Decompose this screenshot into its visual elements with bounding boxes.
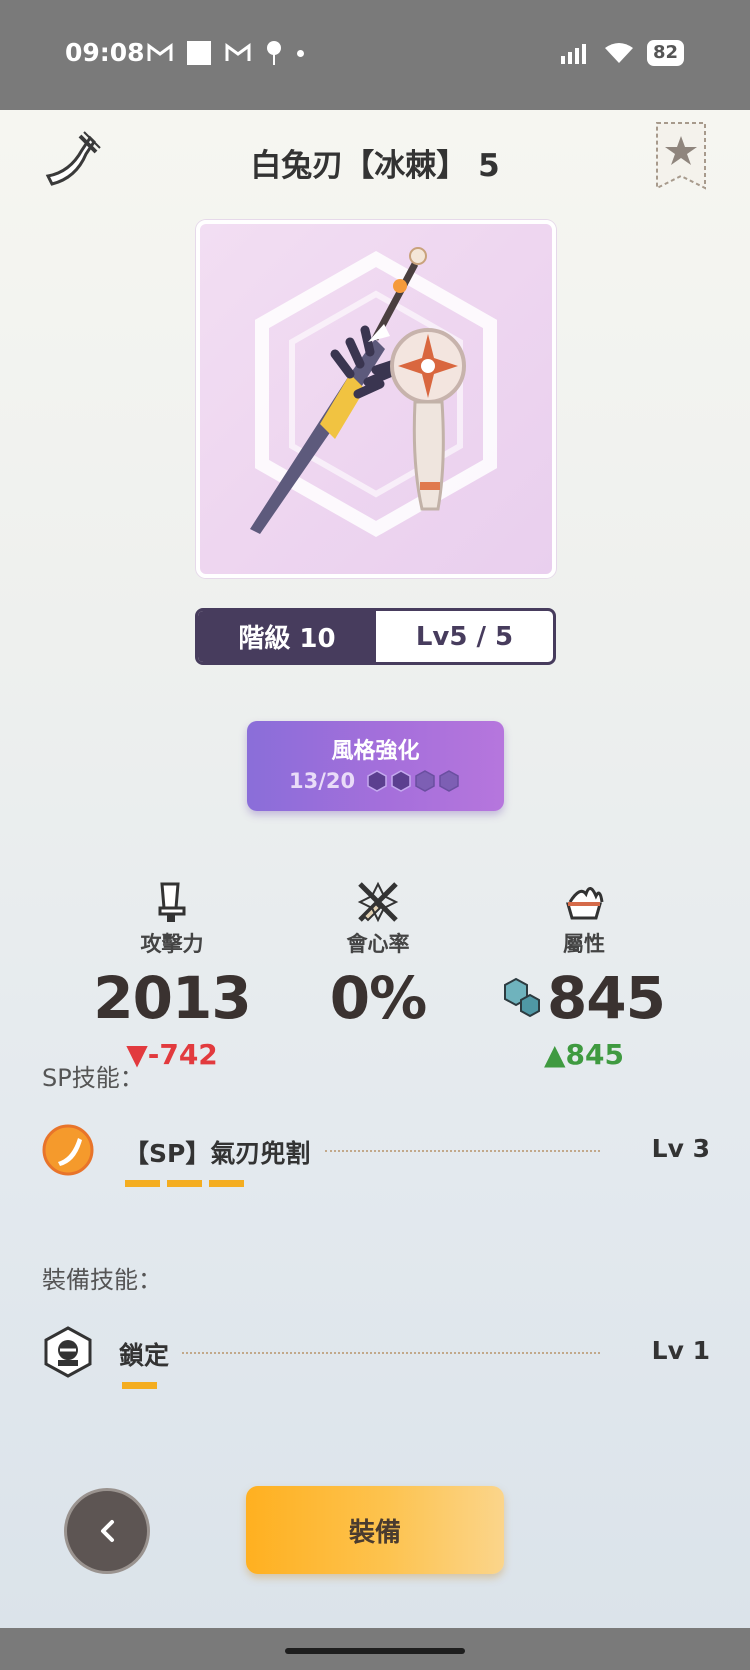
stat-critical: 會心率 0% xyxy=(278,880,478,1038)
sp-skills-title: SP技能： xyxy=(42,1064,144,1092)
sp-skill-row[interactable]: 【SP】氣刃兜割 Lv 3 xyxy=(42,1124,710,1187)
battery-indicator: 82 xyxy=(646,40,684,66)
back-button[interactable] xyxy=(64,1488,150,1574)
equip-button[interactable]: 裝備 xyxy=(246,1486,504,1574)
notification-icons xyxy=(147,40,304,66)
weapon-illustration xyxy=(250,247,497,538)
skill-level-bar xyxy=(125,1180,160,1187)
skill-level: Lv 3 xyxy=(651,1134,710,1163)
stat-value: 845 xyxy=(546,964,666,1032)
hex-slot-filled-icon xyxy=(391,770,411,792)
hex-slot-filled-icon xyxy=(367,770,387,792)
equip-skills-title: 裝備技能： xyxy=(42,1266,162,1294)
pin-icon xyxy=(267,41,281,65)
level-label: Lv5 / 5 xyxy=(415,621,514,652)
stat-attack: 攻擊力 2013 ▼-742 xyxy=(72,880,272,1071)
equip-skill-row[interactable]: 鎖定 Lv 1 xyxy=(42,1326,710,1389)
skill-level-bars xyxy=(122,1382,157,1389)
weapon-detail-screen: 白兔刃【冰棘】 5 階級 10 Lv5 / 5 風格強化 13/20 攻擊力 2… xyxy=(0,110,750,1628)
skill-name: 【SP】氣刃兜割 xyxy=(124,1139,311,1168)
rank-label: 階級 10 xyxy=(198,611,376,662)
weapon-image xyxy=(196,220,556,578)
gmail-icon-2 xyxy=(225,43,251,61)
stat-value-row: 845 xyxy=(484,964,684,1032)
sp-skill-icon xyxy=(42,1124,94,1176)
more-notifications-dot xyxy=(297,49,304,57)
status-time: 09:08 xyxy=(65,38,145,67)
stat-element: 屬性 845 ▲845 xyxy=(484,880,684,1071)
skill-level-bar xyxy=(167,1180,202,1187)
skill-name: 鎖定 xyxy=(119,1341,170,1370)
favorite-star-icon[interactable] xyxy=(654,120,708,192)
app-notification-icon xyxy=(187,41,211,65)
lock-on-skill-icon xyxy=(44,1326,92,1378)
hex-slot-empty-icon xyxy=(415,770,435,792)
stat-label: 攻擊力 xyxy=(140,932,204,956)
blade-icon xyxy=(158,882,186,922)
element-icon xyxy=(566,887,604,920)
style-enhance-count: 13/20 xyxy=(289,769,356,793)
skill-leader-dots xyxy=(182,1352,600,1354)
skill-leader-dots xyxy=(325,1150,600,1152)
stat-value: 2013 xyxy=(93,964,251,1032)
skill-level-bar xyxy=(209,1180,244,1187)
skill-level-bars xyxy=(125,1180,244,1187)
stat-value: 0% xyxy=(329,964,427,1032)
style-enhance-label: 風格強化 xyxy=(331,739,420,764)
gmail-icon xyxy=(147,43,173,61)
stat-delta: ▲845 xyxy=(544,1038,624,1071)
status-bar: 09:08 82 xyxy=(0,0,750,110)
stat-label: 會心率 xyxy=(346,932,410,956)
critical-icon xyxy=(357,881,399,923)
signal-icon xyxy=(560,44,586,64)
page-title: 白兔刃【冰棘】 5 xyxy=(250,148,500,184)
system-icons: 82 xyxy=(560,40,684,66)
stat-label: 屬性 xyxy=(563,932,605,956)
skill-level: Lv 1 xyxy=(651,1336,710,1365)
style-enhance-slots xyxy=(367,770,459,792)
home-indicator[interactable] xyxy=(285,1648,465,1654)
hex-slot-empty-icon xyxy=(439,770,459,792)
style-enhance-button[interactable]: 風格強化 13/20 xyxy=(247,721,504,811)
chevron-left-icon xyxy=(101,1520,114,1542)
skill-level-bar xyxy=(122,1382,157,1389)
style-enhance-progress: 13/20 xyxy=(289,769,459,793)
ice-element-icon xyxy=(503,977,540,1018)
wifi-icon xyxy=(604,43,633,63)
weapon-rank-level: 階級 10 Lv5 / 5 xyxy=(195,608,556,665)
